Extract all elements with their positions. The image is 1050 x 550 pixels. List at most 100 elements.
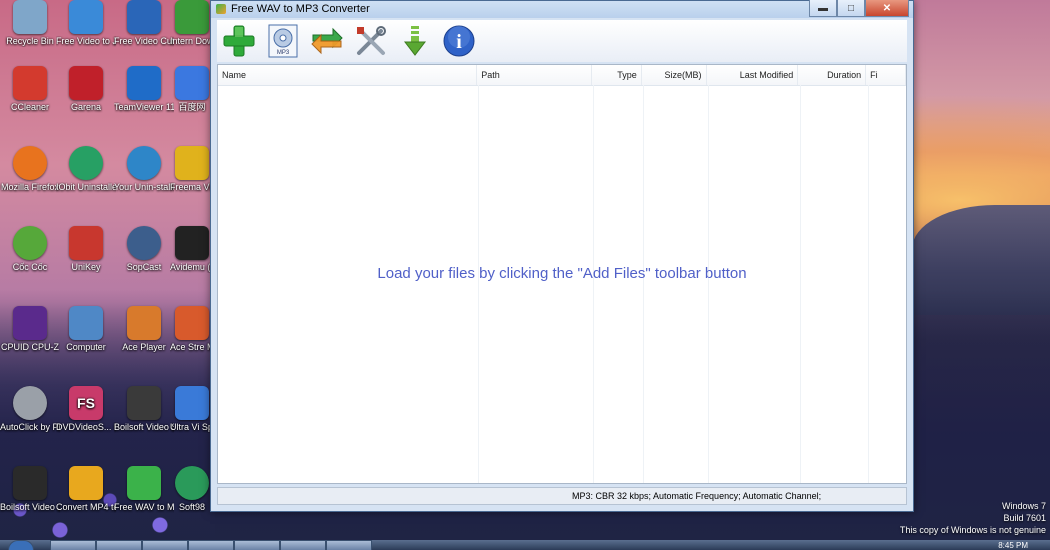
- desktop-icon-computer[interactable]: Computer: [56, 306, 116, 353]
- desktop-icon-freemake[interactable]: Freema Video: [170, 146, 214, 193]
- taskbar-item-app[interactable]: [188, 540, 234, 550]
- file-list[interactable]: Name Path Type Size(MB) Last Modified Du…: [217, 64, 907, 484]
- about-button[interactable]: i: [441, 23, 477, 59]
- column-divider: [800, 85, 801, 483]
- desktop-icon-unikey[interactable]: UniKey: [56, 226, 116, 273]
- svg-text:i: i: [456, 31, 462, 53]
- maximize-button[interactable]: □: [837, 0, 865, 17]
- title-bar[interactable]: Free WAV to MP3 Converter ▬ □ ✕: [211, 0, 913, 18]
- desktop-icon-free-wav-mp3[interactable]: Free WAV to MP3 Conv...: [114, 466, 174, 513]
- column-header-last-modified[interactable]: Last Modified: [707, 65, 799, 85]
- computer-icon: [69, 306, 103, 340]
- file-list-header: Name Path Type Size(MB) Last Modified Du…: [218, 65, 906, 86]
- desktop-icon-iobit[interactable]: IObit Uninstaller: [56, 146, 116, 193]
- column-header-size[interactable]: Size(MB): [642, 65, 707, 85]
- svg-text:MP3: MP3: [277, 50, 290, 56]
- toolbar: MP3 i: [217, 20, 907, 62]
- column-header-format[interactable]: Fi: [866, 65, 906, 85]
- window-controls: ▬ □ ✕: [809, 0, 909, 17]
- desktop-icon-soft98[interactable]: Soft98: [170, 466, 214, 513]
- desktop-icon-ultra-splitter[interactable]: Ultra Vi Splitt: [170, 386, 214, 433]
- avidemux-icon: [175, 226, 209, 260]
- window-title: Free WAV to MP3 Converter: [231, 3, 370, 15]
- desktop-icon-garena[interactable]: Garena: [56, 66, 116, 113]
- column-divider: [708, 85, 709, 483]
- desktop-icon-coc-coc[interactable]: Cốc Cốc: [0, 226, 60, 273]
- video-cutter-icon: [127, 0, 161, 34]
- taskbar: 8:45 PM: [0, 540, 1050, 550]
- taskbar-item-explorer[interactable]: [96, 540, 142, 550]
- add-files-button[interactable]: [221, 23, 257, 59]
- download-arrow-icon: [403, 26, 427, 56]
- ace-stream-icon: [175, 306, 209, 340]
- taskbar-item-app[interactable]: [234, 540, 280, 550]
- baidu-icon: [175, 66, 209, 100]
- desktop-icon-teamviewer[interactable]: TeamViewer 11: [114, 66, 174, 113]
- video-to-jpg-icon: [69, 0, 103, 34]
- windows-watermark: Windows 7 Build 7601 This copy of Window…: [900, 500, 1046, 536]
- teamviewer-icon: [127, 66, 161, 100]
- music-note-icon: [69, 466, 103, 500]
- column-header-duration[interactable]: Duration: [798, 65, 867, 85]
- taskbar-clock[interactable]: 8:45 PM: [998, 541, 1028, 550]
- close-button[interactable]: ✕: [865, 0, 909, 17]
- video-joiner-icon: [13, 466, 47, 500]
- desktop-icon-video-cutter[interactable]: Free Video Cutter Joiner: [114, 0, 174, 47]
- tools-icon: [357, 26, 386, 55]
- download-button[interactable]: [397, 23, 433, 59]
- convert-button[interactable]: [309, 23, 345, 59]
- desktop-icon-ccleaner[interactable]: CCleaner: [0, 66, 60, 113]
- start-button[interactable]: [8, 540, 34, 550]
- desktop-icon-video-to-jpg[interactable]: Free Video to JPG Conver...: [56, 0, 116, 47]
- internet-download-icon: [175, 0, 209, 34]
- autoclick-icon: [13, 386, 47, 420]
- iobit-icon: [69, 146, 103, 180]
- garena-icon: [69, 66, 103, 100]
- ultra-splitter-icon: [175, 386, 209, 420]
- column-header-type[interactable]: Type: [592, 65, 642, 85]
- column-header-path[interactable]: Path: [477, 65, 592, 85]
- coc-coc-icon: [13, 226, 47, 260]
- watermark-line: This copy of Windows is not genuine: [899, 525, 1046, 535]
- convert-arrows-icon: [311, 27, 343, 55]
- desktop-icon-internet-download[interactable]: Intern Downl: [170, 0, 214, 47]
- desktop-icon-firefox[interactable]: Mozilla Firefox: [0, 146, 60, 193]
- status-bar: MP3: CBR 32 kbps; Automatic Frequency; A…: [217, 487, 907, 505]
- desktop-icon-recycle-bin[interactable]: Recycle Bin: [0, 0, 60, 47]
- desktop-icon-boilsoft-joiner[interactable]: Boilsoft Video Joiner: [0, 466, 60, 513]
- column-divider: [868, 85, 869, 483]
- desktop-icon-autoclick[interactable]: AutoClick by PhongPro2...: [0, 386, 60, 433]
- taskbar-item-free-wav-mp3[interactable]: [280, 540, 326, 550]
- desktop-icon-ace-stream[interactable]: Ace Stre Media C: [170, 306, 214, 353]
- desktop-icon-avidemux[interactable]: Avidemu (32-bi: [170, 226, 214, 273]
- desktop-icon-convert-mp4[interactable]: Convert MP4 to MP3: [56, 466, 116, 513]
- app-window: Free WAV to MP3 Converter ▬ □ ✕ MP3 i Na…: [210, 0, 914, 512]
- desktop-icon-your-uninstaller[interactable]: Your Unin-staller!: [114, 146, 174, 193]
- cpu-z-icon: [13, 306, 47, 340]
- app-icon: [216, 4, 226, 14]
- wav-mp3-icon: [127, 466, 161, 500]
- column-header-name[interactable]: Name: [218, 65, 478, 85]
- desktop-icon-sopcast[interactable]: SopCast: [114, 226, 174, 273]
- column-divider: [643, 85, 644, 483]
- plus-icon: [223, 25, 255, 57]
- settings-button[interactable]: [353, 23, 389, 59]
- taskbar-item-app[interactable]: [326, 540, 372, 550]
- watermark-line: Windows 7: [1001, 501, 1046, 511]
- ace-player-icon: [127, 306, 161, 340]
- firefox-icon: [13, 146, 47, 180]
- desktop-icon-cpuz[interactable]: CPUID CPU-Z: [0, 306, 60, 353]
- output-format-button[interactable]: MP3: [265, 23, 301, 59]
- desktop-icon-ace-player[interactable]: Ace Player: [114, 306, 174, 353]
- taskbar-item-firefox[interactable]: [142, 540, 188, 550]
- desktop-icon-boilsoft-splitter[interactable]: Boilsoft Video Splitter: [114, 386, 174, 433]
- desktop-icon-baidu[interactable]: 百度网: [170, 66, 214, 113]
- desktop-icon-dvdvideosoft[interactable]: FS DVDVideoS... Free Studio: [56, 386, 116, 433]
- recycle-bin-icon: [13, 0, 47, 34]
- ccleaner-icon: [13, 66, 47, 100]
- column-divider: [593, 85, 594, 483]
- empty-list-message: Load your files by clicking the "Add Fil…: [377, 265, 747, 282]
- column-divider: [478, 85, 479, 483]
- minimize-button[interactable]: ▬: [809, 0, 837, 17]
- taskbar-item-ie[interactable]: [50, 540, 96, 550]
